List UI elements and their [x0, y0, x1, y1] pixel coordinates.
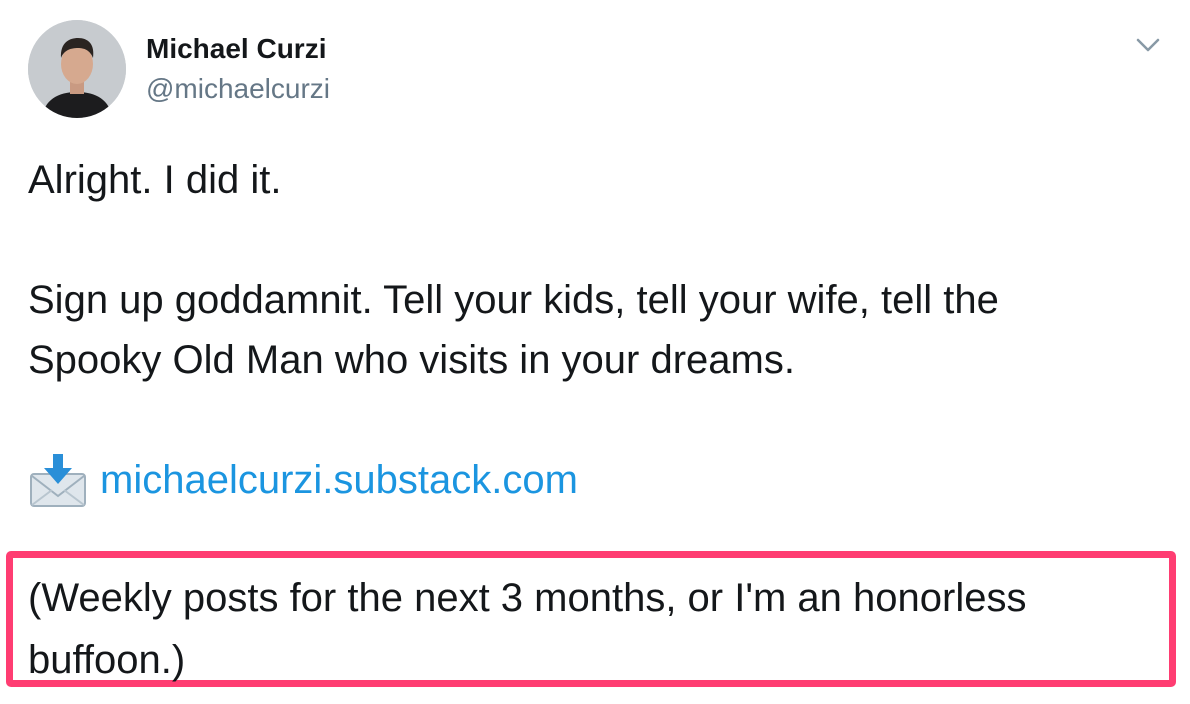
tweet-link[interactable]: michaelcurzi.substack.com [100, 450, 578, 510]
tweet-text-line: Alright. I did it. [28, 158, 282, 202]
author-name[interactable]: Michael Curzi [146, 32, 326, 66]
tweet-text-line: (Weekly posts for the next 3 months, or … [28, 576, 1027, 620]
envelope-with-arrow-icon [28, 452, 88, 508]
author-handle[interactable]: @michaelcurzi [146, 72, 330, 106]
tweet-text-line: buffoon.) [28, 638, 186, 682]
avatar[interactable] [28, 20, 126, 118]
tweet-text-line: Spooky Old Man who visits in your dreams… [28, 338, 795, 382]
chevron-down-icon[interactable] [1134, 34, 1162, 56]
tweet-text-line: Sign up goddamnit. Tell your kids, tell … [28, 278, 999, 322]
tweet-card: Michael Curzi @michaelcurzi Alright. I d… [0, 0, 1190, 704]
